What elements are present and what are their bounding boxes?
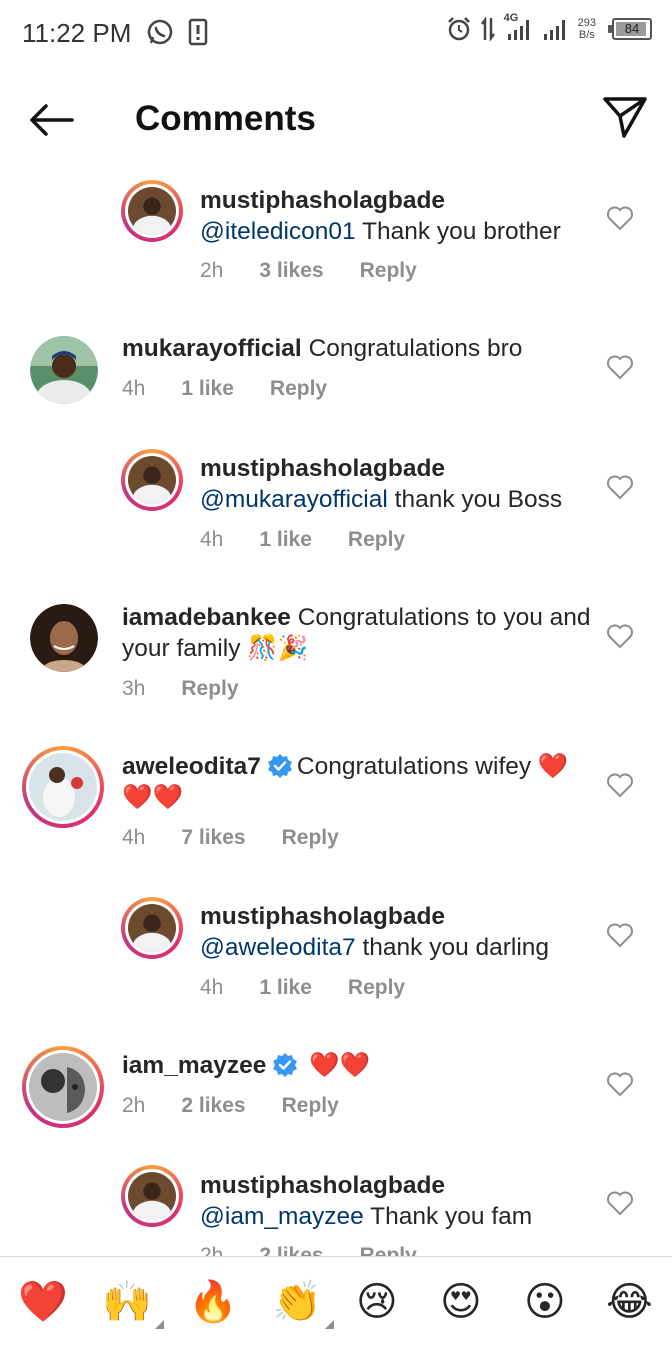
- reply-button[interactable]: Reply: [282, 1094, 339, 1118]
- comment-mention[interactable]: @aweleodita7: [200, 934, 356, 961]
- comment-likes[interactable]: 3 likes: [259, 259, 323, 283]
- comment-body: ❤️❤️: [309, 1052, 371, 1079]
- heart-icon[interactable]: [606, 354, 634, 380]
- comment-likes[interactable]: 2 likes: [181, 1094, 245, 1118]
- comment-username[interactable]: iamadebankee: [122, 604, 291, 631]
- emoji-clapping-hands-glyph: 👏: [272, 1280, 322, 1324]
- battery-level: 84: [624, 21, 640, 36]
- comment-username[interactable]: mustiphasholagbade: [200, 903, 445, 930]
- avatar[interactable]: [30, 336, 98, 404]
- comment-time: 2h: [122, 1094, 146, 1117]
- verified-badge-icon: [273, 1053, 298, 1077]
- signal-strength-icon: 4G: [504, 12, 534, 42]
- comment-likes[interactable]: 7 likes: [181, 826, 245, 850]
- comment-body: Thank you fam: [363, 1203, 533, 1230]
- avatar[interactable]: [22, 1046, 104, 1128]
- battery-indicator: 84: [608, 18, 652, 40]
- comment-text: aweleodita7 Congratulations wifey ❤️❤️❤️: [122, 751, 592, 813]
- net-speed-value: 293: [577, 17, 596, 29]
- avatar[interactable]: [121, 180, 183, 242]
- avatar[interactable]: [121, 1165, 183, 1227]
- avatar[interactable]: [121, 449, 183, 511]
- emoji-surprised-face[interactable]: 😮: [524, 1277, 566, 1327]
- net-speed-unit: B/s: [578, 29, 595, 41]
- phone-alert-icon: [188, 18, 208, 46]
- back-arrow-icon[interactable]: [26, 98, 76, 142]
- emoji-fire[interactable]: 🔥: [188, 1277, 238, 1327]
- heart-icon[interactable]: [606, 205, 634, 231]
- heart-icon[interactable]: [606, 772, 634, 798]
- alarm-icon: [447, 17, 470, 41]
- comment-body: Congratulations bro: [308, 335, 523, 362]
- status-time: 11:22 PM: [22, 18, 132, 48]
- comment-username[interactable]: mukarayofficial: [122, 335, 302, 362]
- heart-icon[interactable]: [606, 1190, 634, 1216]
- comment-time: 2h: [200, 259, 224, 282]
- comment-username[interactable]: mustiphasholagbade: [200, 455, 445, 482]
- status-bar: 11:22 PM 4G 293 B/s 84: [0, 0, 672, 70]
- reply-button[interactable]: Reply: [348, 976, 405, 1000]
- heart-icon[interactable]: [606, 922, 634, 948]
- comment-time: 3h: [122, 677, 146, 700]
- comment-text: mustiphasholagbade @mukarayofficial than…: [200, 453, 600, 515]
- comment-text: mustiphasholagbade @aweleodita7 thank yo…: [200, 901, 600, 963]
- comment-text: iamadebankee Congratulations to you and …: [122, 602, 592, 664]
- network-speed: 293 B/s: [578, 17, 596, 41]
- reply-button[interactable]: Reply: [181, 677, 238, 701]
- emoji-clapping-hands[interactable]: 👏: [272, 1277, 334, 1329]
- verified-badge-icon: [267, 754, 292, 778]
- emoji-quick-bar: ❤️ 🙌 🔥 👏 😢 😍 😮 😂: [0, 1256, 672, 1351]
- comment-time: 4h: [200, 528, 224, 551]
- emoji-tears-of-joy[interactable]: 😂: [606, 1277, 653, 1327]
- reply-button[interactable]: Reply: [282, 826, 339, 850]
- comment-likes[interactable]: 1 like: [259, 528, 312, 552]
- header: Comments: [0, 72, 672, 168]
- comment-mention[interactable]: @mukarayofficial: [200, 486, 388, 513]
- comment-likes[interactable]: 1 like: [181, 377, 234, 401]
- comment-text: iam_mayzee ❤️❤️: [122, 1050, 592, 1081]
- signal-strength-2-icon: [543, 20, 565, 40]
- comment-time: 4h: [200, 976, 224, 999]
- avatar[interactable]: [30, 604, 98, 672]
- comment-username[interactable]: aweleodita7: [122, 753, 261, 780]
- comment-body: thank you Boss: [387, 486, 563, 513]
- comment-text: mukarayofficial Congratulations bro: [122, 333, 592, 364]
- emoji-heart-eyes[interactable]: 😍: [440, 1277, 482, 1327]
- comment-likes[interactable]: 1 like: [259, 976, 312, 1000]
- page-title: Comments: [135, 99, 316, 138]
- send-icon[interactable]: [602, 94, 648, 140]
- avatar[interactable]: [22, 746, 104, 828]
- comment-text: mustiphasholagbade @iam_mayzee Thank you…: [200, 1170, 600, 1232]
- emoji-red-heart[interactable]: ❤️: [18, 1277, 68, 1327]
- reply-button[interactable]: Reply: [348, 528, 405, 552]
- reply-button[interactable]: Reply: [360, 259, 417, 283]
- comment-body: Thank you brother: [355, 218, 561, 245]
- comment-mention[interactable]: @iam_mayzee: [200, 1203, 364, 1230]
- comment-time: 4h: [122, 826, 146, 849]
- comment-username[interactable]: mustiphasholagbade: [200, 187, 445, 214]
- network-type-label: 4G: [503, 12, 519, 24]
- heart-icon[interactable]: [606, 1071, 634, 1097]
- comment-time: 4h: [122, 377, 146, 400]
- reply-button[interactable]: Reply: [270, 377, 327, 401]
- heart-icon[interactable]: [606, 474, 634, 500]
- comment-username[interactable]: mustiphasholagbade: [200, 1172, 445, 1199]
- emoji-raising-hands-glyph: 🙌: [102, 1280, 152, 1324]
- comment-mention[interactable]: @iteledicon01: [200, 218, 356, 245]
- emoji-crying-face[interactable]: 😢: [356, 1277, 398, 1327]
- data-transfer-icon: [480, 16, 495, 42]
- avatar[interactable]: [121, 897, 183, 959]
- comment-text: mustiphasholagbade @iteledicon01 Thank y…: [200, 185, 595, 247]
- emoji-raising-hands[interactable]: 🙌: [102, 1277, 164, 1329]
- heart-icon[interactable]: [606, 623, 634, 649]
- whatsapp-icon: [147, 19, 173, 45]
- comment-body: thank you darling: [355, 934, 550, 961]
- comment-username[interactable]: iam_mayzee: [122, 1052, 266, 1079]
